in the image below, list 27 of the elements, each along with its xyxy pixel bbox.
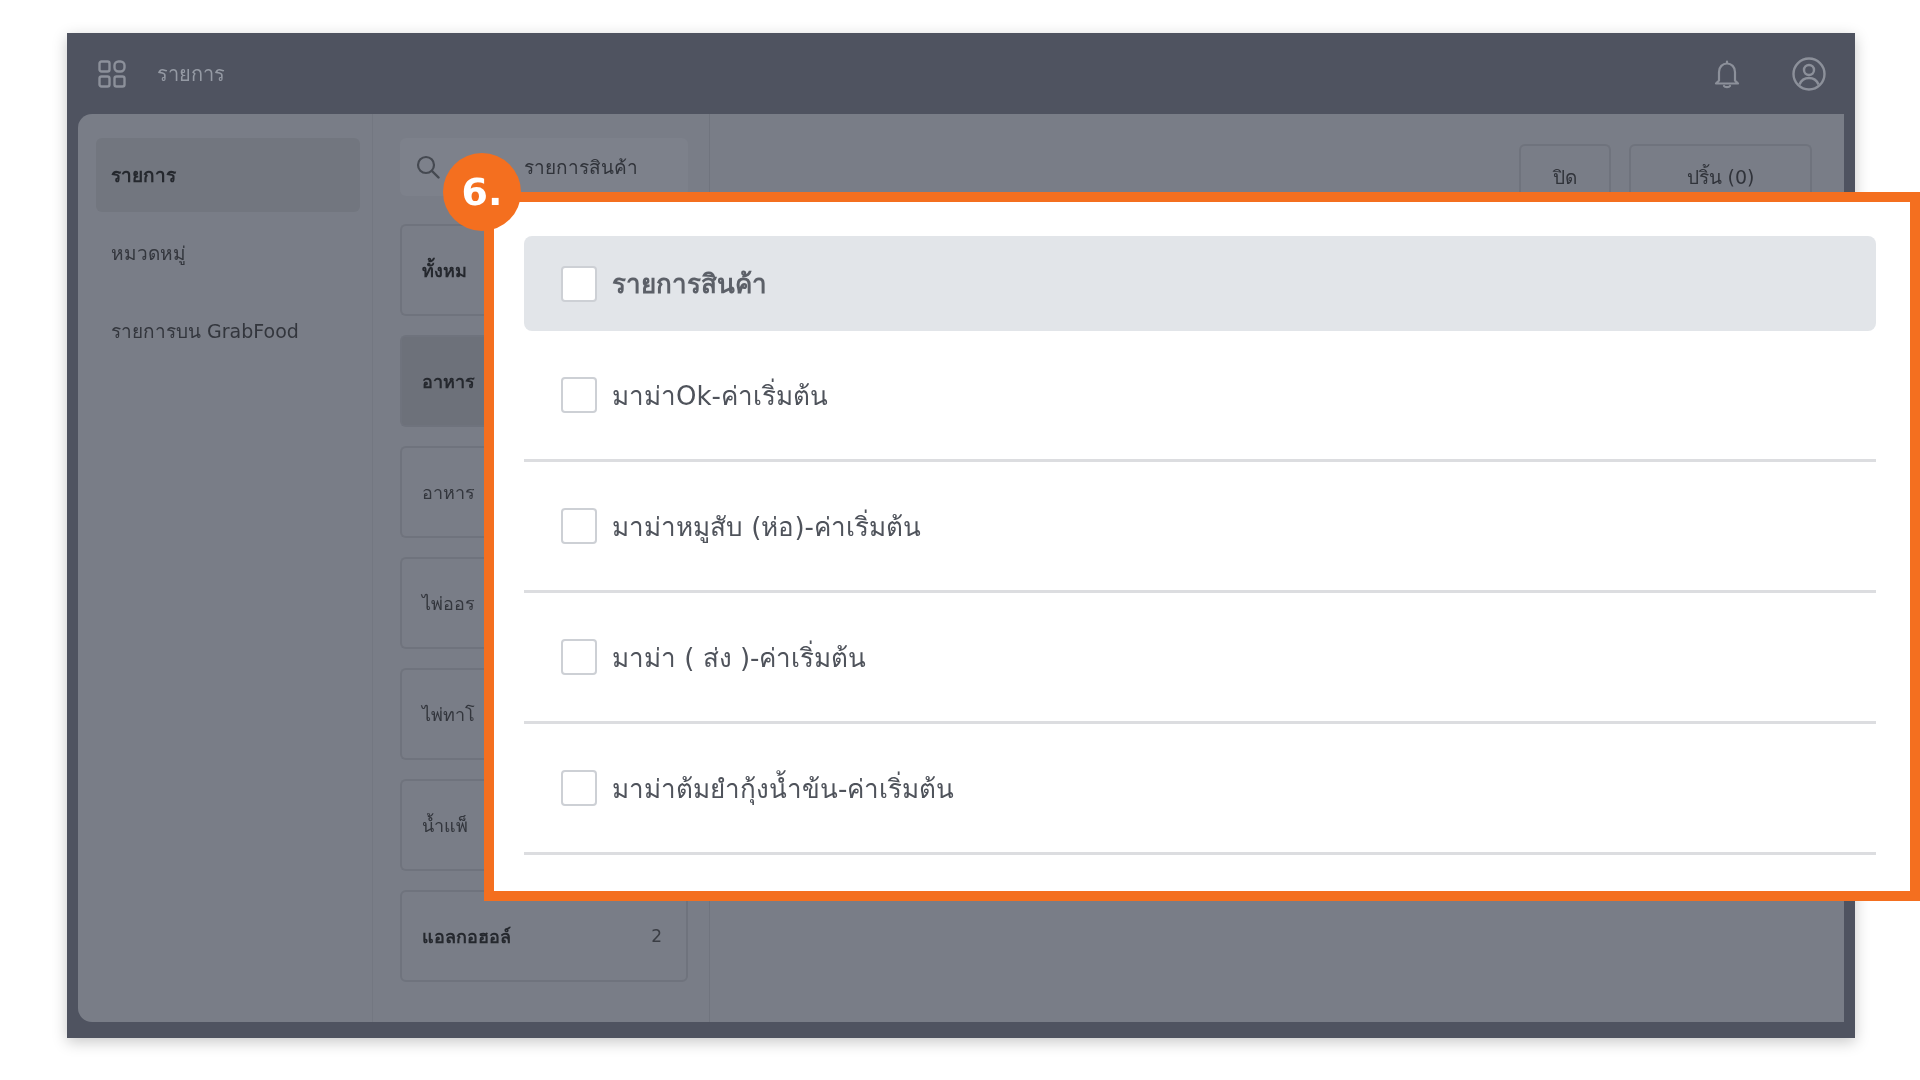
item-count: 2 xyxy=(651,926,662,946)
category-name: แอลกอฮอล์ xyxy=(422,924,511,949)
checkbox[interactable] xyxy=(561,639,597,675)
product-name: มาม่าต้มยำกุ้งน้ำข้น-ค่าเริ่มต้น xyxy=(612,767,955,809)
checkbox[interactable] xyxy=(561,265,597,302)
sidebar-item[interactable]: รายการบน GrabFood xyxy=(96,294,360,368)
checkbox[interactable] xyxy=(561,770,597,806)
category-name: น้ำแพ็ xyxy=(422,812,468,838)
category-card[interactable]: อาหาร xyxy=(400,335,484,427)
search-icon xyxy=(416,155,440,179)
product-name: มาม่าOk-ค่าเริ่มต้น xyxy=(612,377,828,413)
sidebar-item[interactable]: หมวดหมู่ xyxy=(96,216,360,290)
user-account-icon[interactable] xyxy=(1792,56,1826,91)
product-name: มาม่าหมูสับ (ห่อ)-ค่าเริ่มต้น xyxy=(612,508,921,545)
checkbox[interactable] xyxy=(561,377,597,413)
category-name: ไพ่ออร xyxy=(422,591,475,616)
page-title: รายการ xyxy=(157,60,225,88)
bell-icon[interactable] xyxy=(1714,58,1740,89)
checkbox[interactable] xyxy=(561,508,597,544)
category-name: อาหาร xyxy=(422,480,475,505)
product-name: มาม่า ( ส่ง )-ค่าเริ่มต้น xyxy=(612,639,867,675)
category-name: อาหาร xyxy=(422,369,475,394)
sidebar-item[interactable]: รายการ xyxy=(96,138,360,212)
column-header: รายการสินค้า xyxy=(612,268,767,301)
category-name: ทั้งหม xyxy=(422,256,467,283)
category-name: ไพ่ทาโ xyxy=(422,702,475,727)
grid-icon[interactable] xyxy=(98,59,126,88)
